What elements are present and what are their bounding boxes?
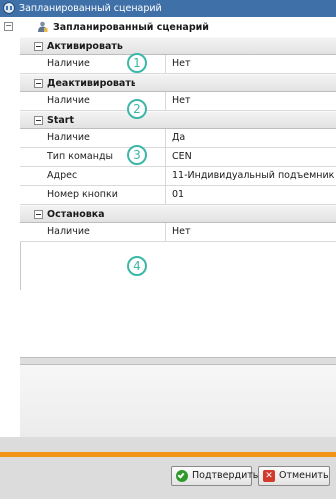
property-name: Наличие [20,223,166,241]
property-name: Наличие [20,129,166,147]
section-start[interactable]: Start [20,111,336,129]
section-label: Деактивировать [47,78,135,89]
property-name: Адрес [20,167,166,185]
property-row[interactable]: Наличие Нет [20,223,336,242]
collapse-toggle-icon[interactable]: − [4,22,13,31]
property-value[interactable]: Да [172,129,185,147]
confirm-button[interactable]: Подтвердить [171,466,258,486]
callout-marker: 4 [127,256,147,276]
cancel-button[interactable]: ✕ Отменить [258,466,330,486]
cancel-button-label: Отменить [279,470,329,481]
grid-empty-area [20,290,336,357]
section-label: Start [47,115,75,126]
property-value[interactable]: Нет [172,92,191,110]
property-row[interactable]: Адрес 11-Индивидуальный подъемник [20,167,336,186]
property-value[interactable]: 11-Индивидуальный подъемник [172,167,334,185]
section-label: Активировать [47,41,123,52]
section-label: Остановка [47,209,105,220]
property-row[interactable]: Наличие Нет [20,92,336,111]
window-titlebar: Запланированный сценарий [0,0,336,18]
tree-root-label: Запланированный сценарий [53,22,209,33]
section-deactivate[interactable]: Деактивировать [20,74,336,92]
property-row[interactable]: Наличие Да [20,129,336,148]
section-activate[interactable]: Активировать [20,37,336,55]
collapse-toggle-icon[interactable] [34,79,43,88]
property-value[interactable]: Нет [172,223,191,241]
accent-bar [0,452,336,457]
close-icon: ✕ [263,470,275,482]
callout-marker: 1 [127,53,147,73]
property-name: Номер кнопки [20,186,166,204]
confirm-button-label: Подтвердить [192,470,259,481]
splitter[interactable] [20,357,336,365]
callout-marker: 3 [127,145,147,165]
tree-gutter [0,37,21,357]
property-value[interactable]: Нет [172,55,191,73]
property-value[interactable]: 01 [172,186,184,204]
section-stop[interactable]: Остановка [20,205,336,223]
property-row[interactable]: Тип команды CEN [20,148,336,167]
window-title: Запланированный сценарий [19,3,162,14]
property-row[interactable]: Наличие Нет [20,55,336,74]
scenario-person-icon [38,21,48,32]
collapse-toggle-icon[interactable] [34,42,43,51]
description-panel [20,365,336,438]
property-grid: Активировать Наличие Нет Деактивировать … [20,37,336,242]
property-value[interactable]: CEN [172,148,192,166]
callout-marker: 2 [127,99,147,119]
tree-gutter [0,357,21,437]
collapse-toggle-icon[interactable] [34,210,43,219]
checkmark-icon [176,470,188,482]
app-logo-icon [3,2,15,14]
property-row[interactable]: Номер кнопки 01 [20,186,336,205]
collapse-toggle-icon[interactable] [34,116,43,125]
